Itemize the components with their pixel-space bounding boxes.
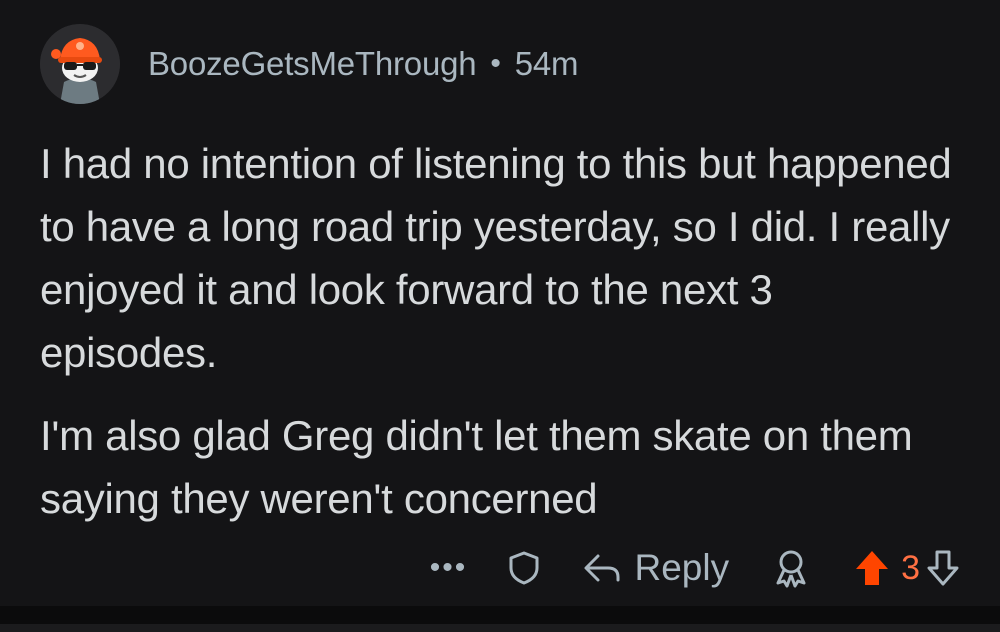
comment-actions: ••• Reply 3 bbox=[375, 538, 960, 598]
more-options-button[interactable]: ••• bbox=[428, 551, 468, 585]
comment-body: I had no intention of listening to this … bbox=[40, 132, 960, 530]
comment-header: BoozeGetsMeThrough • 54m bbox=[40, 24, 579, 104]
avatar-image bbox=[40, 24, 120, 104]
reply-button[interactable]: Reply bbox=[582, 547, 729, 589]
vote-score: 3 bbox=[901, 548, 920, 587]
mod-shield-button[interactable] bbox=[504, 548, 544, 588]
comment-paragraph: I had no intention of listening to this … bbox=[40, 140, 952, 376]
timestamp: 54m bbox=[514, 45, 579, 82]
bottom-divider bbox=[0, 606, 1000, 632]
reply-label: Reply bbox=[634, 547, 730, 588]
award-button[interactable] bbox=[771, 547, 811, 589]
author-name[interactable]: BoozeGetsMeThrough bbox=[148, 45, 477, 83]
shield-icon bbox=[509, 551, 539, 585]
meta-separator: • bbox=[490, 47, 501, 80]
reply-arrow-icon bbox=[584, 554, 620, 582]
comment-meta: BoozeGetsMeThrough • 54m bbox=[148, 45, 579, 83]
vote-control: 3 bbox=[853, 548, 960, 588]
avatar[interactable] bbox=[40, 24, 120, 104]
upvote-icon[interactable] bbox=[853, 548, 891, 588]
comment-paragraph: I'm also glad Greg didn't let them skate… bbox=[40, 412, 913, 522]
award-icon bbox=[776, 550, 806, 588]
comment-card: BoozeGetsMeThrough • 54m I had no intent… bbox=[0, 0, 1000, 606]
downvote-icon[interactable] bbox=[926, 548, 960, 588]
